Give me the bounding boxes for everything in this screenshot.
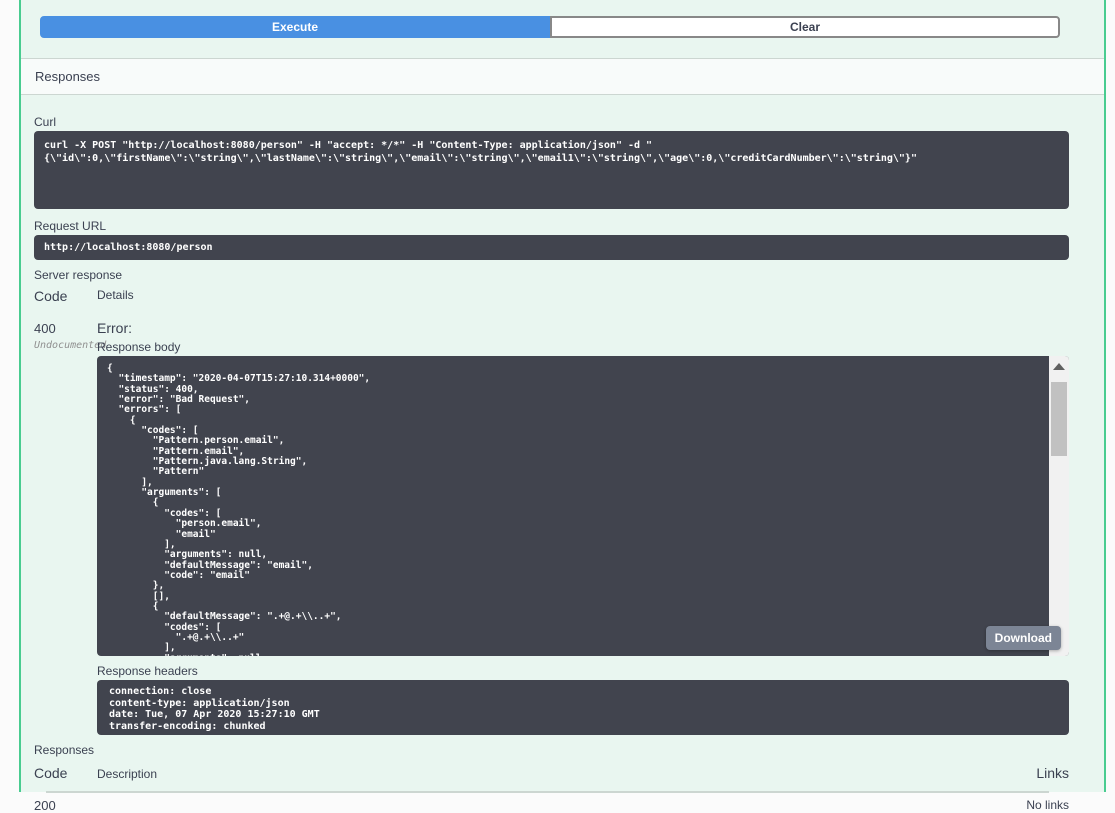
- responses-inner: Curl curl -X POST "http://localhost:8080…: [21, 115, 1104, 813]
- status-code-cell: 400 Undocumented: [34, 320, 97, 735]
- scroll-up-arrow-icon: [1053, 363, 1065, 370]
- response-headers-value: connection: close content-type: applicat…: [97, 680, 1069, 735]
- execute-wrapper: Execute Clear: [40, 16, 1060, 38]
- response-headers-label: Response headers: [97, 664, 1069, 678]
- operation-panel: Execute Clear Responses Curl curl -X POS…: [19, 0, 1106, 792]
- curl-label: Curl: [34, 115, 1069, 129]
- response-body-json: { "timestamp": "2020-04-07T15:27:10.314+…: [97, 356, 1069, 656]
- responses-section-header: Responses: [21, 58, 1104, 95]
- column-header-code: Code: [34, 288, 97, 304]
- execute-button[interactable]: Execute: [40, 16, 550, 38]
- response-details-cell: Error: Response body { "timestamp": "202…: [97, 320, 1069, 735]
- scrollbar-track[interactable]: [1049, 356, 1069, 656]
- status-code: 400: [34, 321, 56, 336]
- server-response-label: Server response: [34, 268, 1069, 282]
- column-header-details: Details: [97, 288, 1069, 304]
- doc-row-links: No links: [1026, 798, 1069, 813]
- scroll-up-button[interactable]: [1049, 356, 1069, 376]
- response-body-wrapper: { "timestamp": "2020-04-07T15:27:10.314+…: [97, 356, 1069, 656]
- doc-column-links: Links: [1036, 765, 1069, 781]
- error-title: Error:: [97, 320, 1069, 336]
- responses-doc-table-header: Code Description Links: [34, 765, 1069, 781]
- status-undocumented-note: Undocumented: [34, 340, 97, 351]
- responses-section-title: Responses: [35, 69, 100, 84]
- scrollbar-thumb[interactable]: [1051, 382, 1067, 456]
- response-body-label: Response body: [97, 340, 1069, 354]
- clear-button[interactable]: Clear: [550, 16, 1060, 38]
- doc-response-row: 200 No links: [34, 798, 1069, 813]
- doc-row-description: [97, 798, 1026, 813]
- request-url-label: Request URL: [34, 219, 1069, 233]
- server-response-row: 400 Undocumented Error: Response body { …: [34, 320, 1069, 735]
- doc-column-description: Description: [97, 767, 1036, 781]
- doc-column-code: Code: [34, 765, 97, 781]
- download-button[interactable]: Download: [986, 626, 1061, 650]
- server-response-table-header: Code Details: [34, 288, 1069, 304]
- doc-table-divider: [46, 791, 1049, 793]
- curl-command: curl -X POST "http://localhost:8080/pers…: [34, 131, 1069, 209]
- request-url-value: http://localhost:8080/person: [34, 235, 1069, 260]
- responses-doc-label: Responses: [34, 743, 1069, 757]
- doc-row-code: 200: [34, 798, 97, 813]
